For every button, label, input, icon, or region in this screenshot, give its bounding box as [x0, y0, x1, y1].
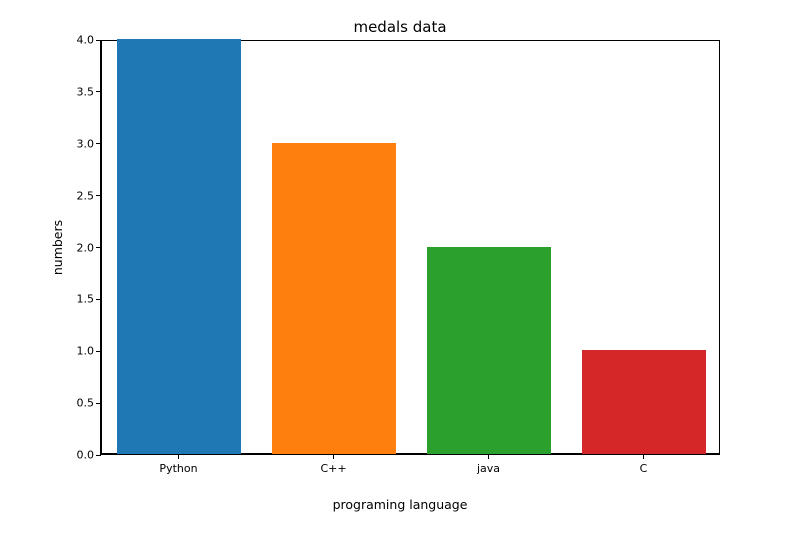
- xtick-mark: [333, 454, 334, 459]
- ytick-label: 1.5: [34, 293, 94, 306]
- ytick-mark: [96, 455, 101, 456]
- ytick-label: 4.0: [34, 34, 94, 47]
- ytick-mark: [96, 143, 101, 144]
- ytick-label: 1.0: [34, 345, 94, 358]
- ytick-mark: [96, 195, 101, 196]
- ytick-mark: [96, 403, 101, 404]
- ytick-label: 0.0: [34, 449, 94, 462]
- chart-figure: medals data numbers PythonC++javaC progr…: [0, 0, 800, 535]
- spine-right: [719, 40, 720, 454]
- bar: [582, 350, 706, 454]
- bar: [117, 39, 241, 454]
- ytick-label: 3.0: [34, 137, 94, 150]
- xtick-label: C: [640, 462, 648, 475]
- ytick-mark: [96, 91, 101, 92]
- xtick-label: java: [477, 462, 500, 475]
- bar: [427, 247, 551, 455]
- plot-area: PythonC++javaC: [100, 40, 720, 455]
- bar: [272, 143, 396, 454]
- xtick-label: C++: [320, 462, 346, 475]
- ytick-mark: [96, 351, 101, 352]
- ytick-mark: [96, 40, 101, 41]
- ytick-label: 0.5: [34, 397, 94, 410]
- xtick-mark: [178, 454, 179, 459]
- ytick-label: 3.5: [34, 85, 94, 98]
- xtick-mark: [488, 454, 489, 459]
- xtick-mark: [643, 454, 644, 459]
- x-axis-label: programing language: [0, 497, 800, 512]
- ytick-mark: [96, 299, 101, 300]
- spine-left: [101, 40, 102, 454]
- ytick-label: 2.0: [34, 241, 94, 254]
- xtick-label: Python: [159, 462, 197, 475]
- ytick-mark: [96, 247, 101, 248]
- chart-title: medals data: [0, 18, 800, 36]
- ytick-label: 2.5: [34, 189, 94, 202]
